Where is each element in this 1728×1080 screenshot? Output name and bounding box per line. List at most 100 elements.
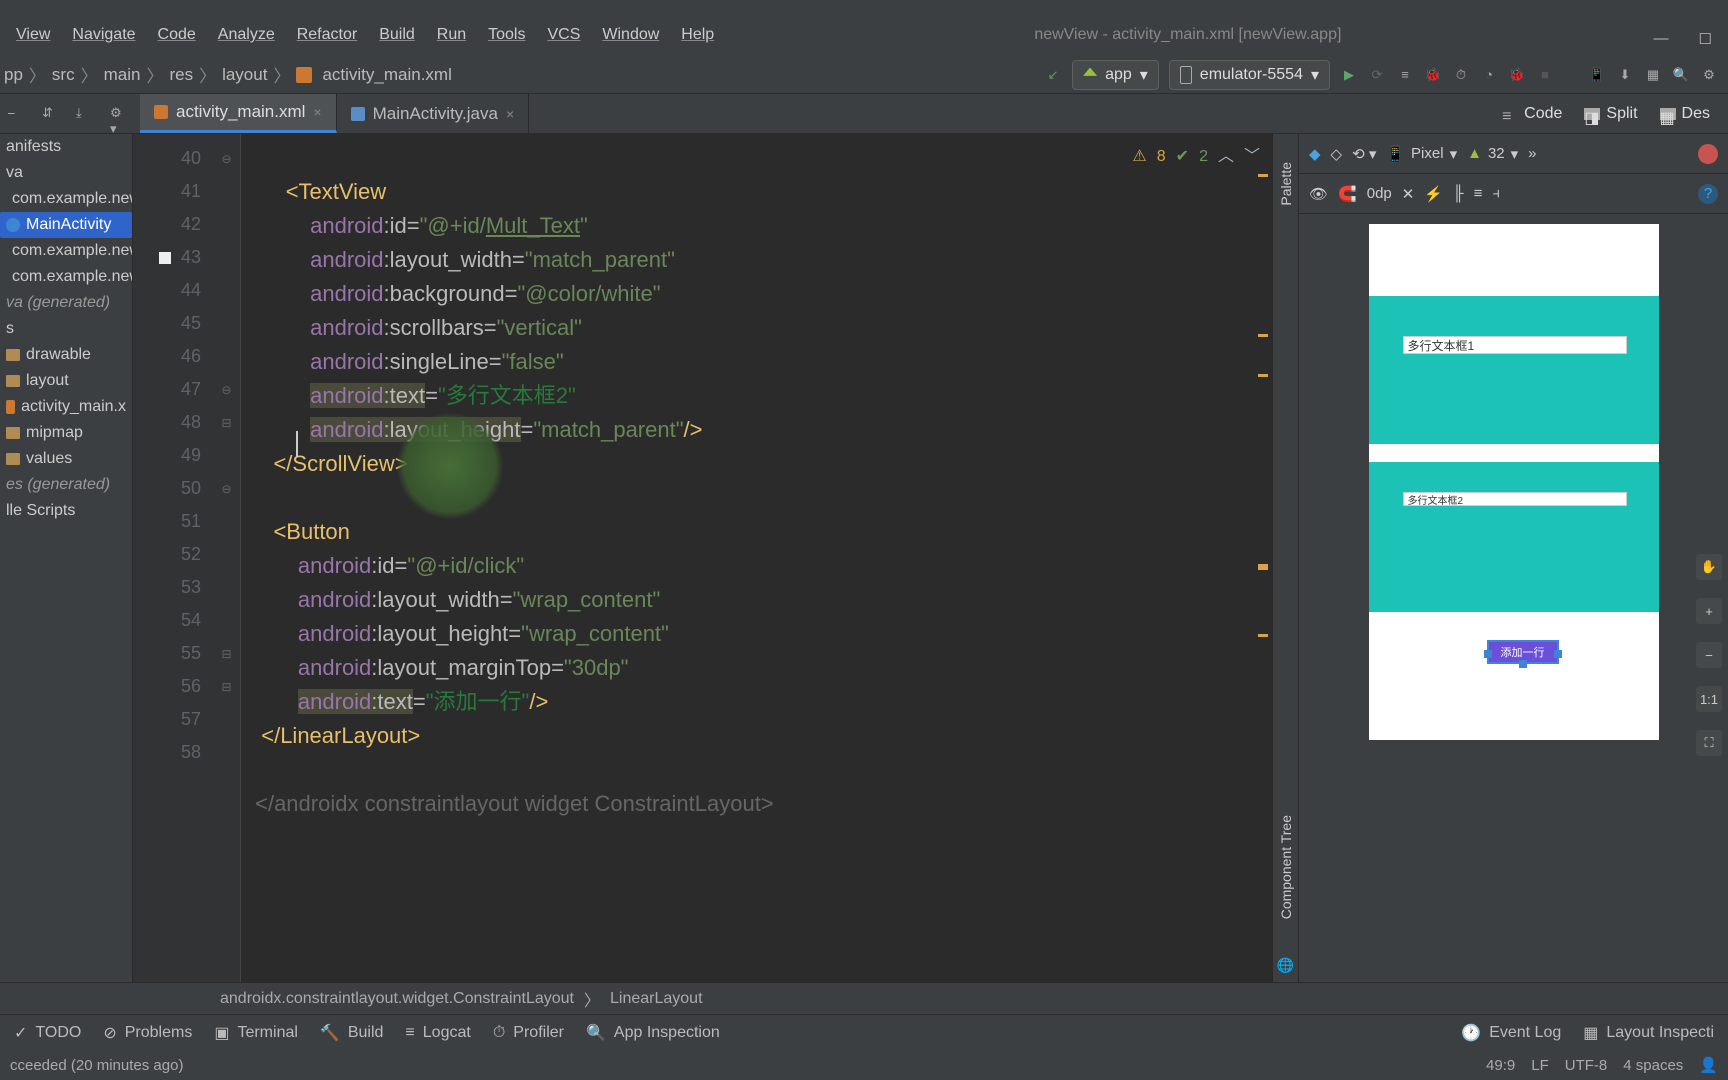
profiler-icon[interactable]: ⏱ [1452, 66, 1470, 84]
crumb[interactable]: main [104, 65, 141, 85]
component-tree-tab[interactable]: Component Tree [1276, 807, 1296, 927]
sdk-icon[interactable]: ⬇ [1616, 66, 1634, 84]
zoom-in-button[interactable]: + [1696, 598, 1722, 624]
caret-position[interactable]: 49:9 [1486, 1057, 1515, 1074]
menu-analyze[interactable]: Analyze [210, 22, 283, 48]
coverage-icon[interactable]: ◔ [1480, 66, 1498, 84]
tree-node[interactable]: values [0, 446, 132, 472]
settings-icon[interactable]: ⚙ [1700, 66, 1718, 84]
magnet-icon[interactable]: 🧲 [1338, 185, 1357, 203]
tree-node[interactable]: drawable [0, 342, 132, 368]
crumb-file[interactable]: activity_main.xml [322, 65, 451, 85]
menu-refactor[interactable]: Refactor [289, 22, 365, 48]
resize-handle[interactable] [1519, 660, 1527, 668]
collapse-icon[interactable]: ⎯ [8, 105, 26, 123]
breadcrumbs[interactable]: pp〉 src〉 main〉 res〉 layout〉 activity_mai… [0, 62, 452, 87]
api-dropdown[interactable]: ▲32 ▾ [1467, 145, 1518, 163]
crumb[interactable]: layout [222, 65, 267, 85]
search-icon[interactable]: 🔍 [1672, 66, 1690, 84]
close-icon[interactable]: × [506, 106, 514, 122]
crumb[interactable]: res [169, 65, 193, 85]
maximize-button[interactable]: ☐ [1699, 30, 1712, 48]
chevron-up-icon[interactable]: ︿ [1218, 140, 1234, 173]
breadcrumb-segment[interactable]: androidx.constraintlayout.widget.Constra… [220, 990, 574, 1008]
editor-breadcrumb[interactable]: androidx.constraintlayout.widget.Constra… [0, 982, 1728, 1014]
preview-button[interactable]: 添加一行 [1487, 640, 1559, 664]
error-badge[interactable] [1698, 144, 1718, 164]
fold-gutter[interactable]: ⊖⊖ ⊟⊖⊟⊟ [213, 134, 241, 982]
error-stripe[interactable] [1256, 134, 1270, 982]
preview-scrollview-2[interactable]: 多行文本框2 [1369, 462, 1659, 612]
layout-icon[interactable]: ▦ [1644, 66, 1662, 84]
close-icon[interactable]: × [313, 104, 321, 120]
tab-main-activity[interactable]: MainActivity.java × [337, 94, 530, 133]
breakpoint-icon[interactable] [159, 252, 171, 264]
blueprint-icon[interactable]: ◇ [1331, 145, 1343, 163]
preview-textbox-1[interactable]: 多行文本框1 [1403, 336, 1627, 354]
expand-icon[interactable]: ⇵ [42, 105, 60, 123]
menu-run[interactable]: Run [429, 22, 474, 48]
zoom-out-button[interactable]: − [1696, 642, 1722, 668]
menu-help[interactable]: Help [673, 22, 722, 48]
clear-icon[interactable]: ✕ [1402, 185, 1415, 203]
design-canvas[interactable]: 多行文本框1 多行文本框2 添加一行 ✋ + − [1299, 214, 1728, 982]
tree-node[interactable]: anifests [0, 134, 132, 160]
tree-node[interactable]: com.example.new [0, 186, 132, 212]
line-separator[interactable]: LF [1531, 1057, 1549, 1074]
tool-layout-inspector[interactable]: ▦Layout Inspecti [1583, 1023, 1714, 1043]
gear-icon[interactable]: ⚙ ▾ [110, 105, 128, 123]
resize-handle[interactable] [1484, 650, 1492, 658]
tree-node-main-activity[interactable]: MainActivity [0, 212, 132, 238]
code-editor[interactable]: 404142 43 44454647 48495051 52535455 565… [133, 134, 1272, 982]
menu-window[interactable]: Window [594, 22, 667, 48]
apply-changes-icon[interactable]: ⟳ [1368, 66, 1386, 84]
menu-code[interactable]: Code [150, 22, 204, 48]
resize-handle[interactable] [1554, 650, 1562, 658]
stop-button[interactable]: ■ [1536, 66, 1554, 84]
tree-node[interactable]: layout [0, 368, 132, 394]
tree-node[interactable]: es (generated) [0, 472, 132, 498]
inspection-widget[interactable]: ⚠8 ✔2 ︿ ﹀ [1132, 140, 1260, 173]
guideline-icon[interactable]: ╟ [1453, 185, 1464, 202]
tree-node[interactable]: va (generated) [0, 290, 132, 316]
tree-node[interactable]: com.example.new [0, 238, 132, 264]
help-icon[interactable]: ? [1698, 184, 1718, 204]
default-margin[interactable]: 0dp [1367, 185, 1392, 202]
mode-design[interactable]: ▦Des [1650, 99, 1720, 129]
tool-app-inspection[interactable]: 🔍App Inspection [586, 1023, 720, 1043]
zoom-fit-button[interactable]: 1:1 [1696, 686, 1722, 712]
tab-activity-main[interactable]: activity_main.xml × [140, 94, 337, 133]
tree-node[interactable]: lle Scripts [0, 498, 132, 524]
zoom-reset-button[interactable]: ⛶ [1696, 730, 1722, 756]
menu-view[interactable]: View [8, 22, 58, 48]
menu-vcs[interactable]: VCS [539, 22, 588, 48]
pan-icon[interactable]: ✋ [1696, 554, 1722, 580]
project-tree[interactable]: anifests va com.example.new MainActivity… [0, 134, 133, 982]
tree-node[interactable]: va [0, 160, 132, 186]
eye-icon[interactable]: 👁 [1309, 185, 1328, 203]
breadcrumb-segment[interactable]: LinearLayout [610, 990, 703, 1008]
tree-node-activity-main[interactable]: activity_main.x [0, 394, 132, 420]
tool-terminal[interactable]: ▣Terminal [214, 1023, 298, 1043]
minimize-button[interactable]: — [1654, 30, 1669, 48]
globe-icon[interactable]: 🌐 [1277, 957, 1294, 974]
run-config-selector[interactable]: app ▾ [1072, 60, 1159, 90]
run-button[interactable]: ▶ [1340, 66, 1358, 84]
more-icon[interactable]: » [1528, 145, 1536, 162]
sync-icon[interactable]: ↙ [1044, 66, 1062, 84]
file-encoding[interactable]: UTF-8 [1565, 1057, 1608, 1074]
tool-profiler[interactable]: ⏱Profiler [493, 1024, 564, 1042]
mode-split[interactable]: ◨Split [1574, 99, 1647, 129]
tool-event-log[interactable]: 🕐Event Log [1461, 1023, 1561, 1043]
inspection-icon[interactable]: 👤 [1699, 1056, 1718, 1074]
code-area[interactable]: <TextView android:id="@+id/Mult_Text" an… [241, 134, 1272, 982]
orientation-icon[interactable]: ⟲ ▾ [1352, 145, 1376, 163]
tool-build[interactable]: 🔨Build [320, 1023, 384, 1043]
tree-node[interactable]: com.example.new [0, 264, 132, 290]
crumb[interactable]: pp [4, 65, 23, 85]
tool-problems[interactable]: ⊘Problems [103, 1023, 192, 1043]
tool-todo[interactable]: ✓TODO [14, 1023, 81, 1043]
tree-node[interactable]: s [0, 316, 132, 342]
avd-icon[interactable]: 📱 [1588, 66, 1606, 84]
align-icon[interactable]: ≡ [1474, 185, 1483, 202]
